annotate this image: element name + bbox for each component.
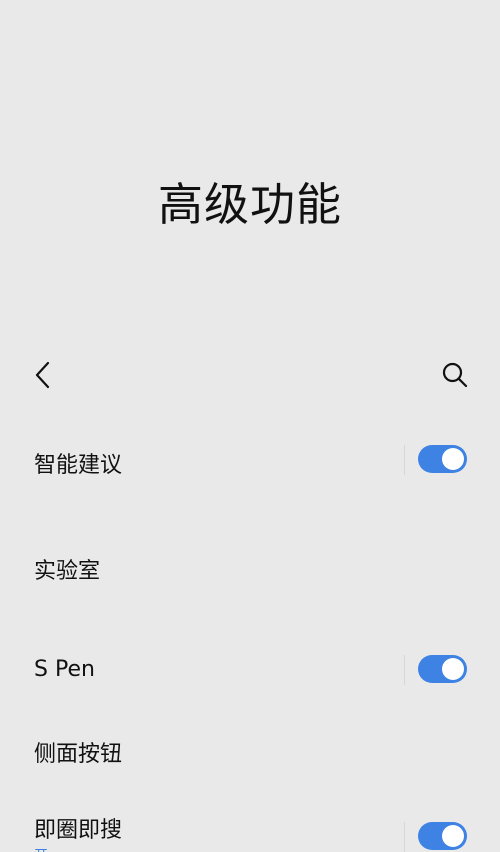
setting-status: 开 [34,845,48,852]
toggle-knob [442,825,464,847]
page-title: 高级功能 [157,178,342,231]
circle-to-search-toggle[interactable] [418,822,467,850]
toggle-knob [442,658,464,680]
setting-label: S Pen [34,657,95,682]
chevron-left-icon [35,361,50,389]
smart-suggestions-toggle[interactable] [418,445,467,473]
setting-label: 实验室 [34,559,101,584]
divider [404,822,405,852]
search-icon [442,362,468,388]
divider [404,445,405,475]
back-button[interactable] [23,355,63,395]
setting-label: 智能建议 [34,453,123,478]
setting-row-smart-suggestions[interactable]: 智能建议 [0,425,500,495]
setting-label: 侧面按钮 [34,742,123,767]
divider [404,655,405,685]
setting-row-circle-to-search[interactable]: 即圈即搜 开 [0,790,500,852]
setting-row-s-pen[interactable]: S Pen [0,635,500,705]
s-pen-toggle[interactable] [418,655,467,683]
setting-row-side-button[interactable]: 侧面按钮 [0,714,500,784]
setting-row-labs[interactable]: 实验室 [0,531,500,601]
advanced-features-screen: 高级功能 智能建议 实验室 S Pen 侧面按钮 即圈即搜 [0,0,500,852]
toggle-knob [442,448,464,470]
search-button[interactable] [435,355,475,395]
setting-label: 即圈即搜 [34,818,123,843]
